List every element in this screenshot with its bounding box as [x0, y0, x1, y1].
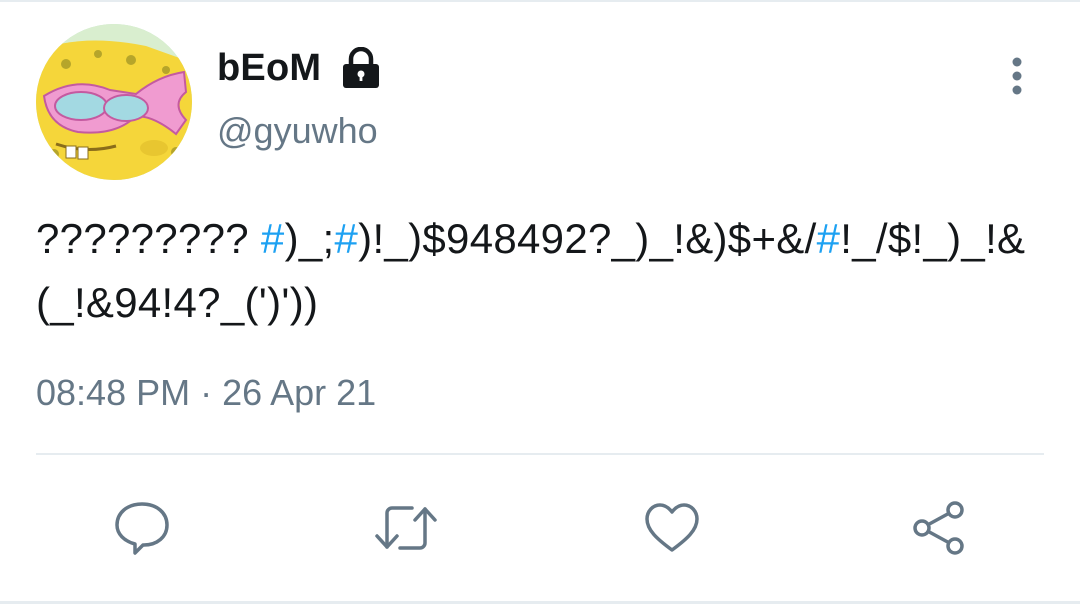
retweet-icon	[375, 506, 437, 550]
spongebob-avatar-icon	[36, 24, 192, 180]
heart-icon	[645, 503, 699, 552]
more-options-button[interactable]	[996, 54, 1038, 98]
tweet-timestamp[interactable]: 08:48 PM · 26 Apr 21	[36, 372, 376, 414]
top-border	[0, 0, 1080, 2]
user-name-row: bEoM	[217, 40, 381, 96]
share-button[interactable]	[907, 496, 971, 560]
hashtag-link[interactable]: #	[335, 215, 359, 262]
user-handle[interactable]: @gyuwho	[217, 110, 378, 152]
hashtag-link[interactable]: #	[261, 215, 285, 262]
more-vertical-icon	[1012, 57, 1022, 95]
retweet-button[interactable]	[374, 496, 438, 560]
share-icon	[913, 501, 964, 555]
divider	[36, 453, 1044, 455]
hashtag-link[interactable]: #	[817, 215, 841, 262]
tweet-text-part: ?????????	[36, 215, 261, 262]
lock-icon	[341, 46, 381, 89]
tweet-text-part: )!_)$948492?_)_!&)$+&/	[358, 215, 817, 262]
like-button[interactable]	[640, 496, 704, 560]
tweet-text: ????????? #)_;#)!_)$948492?_)_!&)$+&/#!_…	[36, 207, 1046, 335]
tweet-text-part: )_;	[284, 215, 335, 262]
reply-button[interactable]	[110, 496, 174, 560]
display-name[interactable]: bEoM	[217, 47, 321, 90]
avatar[interactable]	[36, 24, 192, 180]
reply-icon	[115, 502, 169, 555]
